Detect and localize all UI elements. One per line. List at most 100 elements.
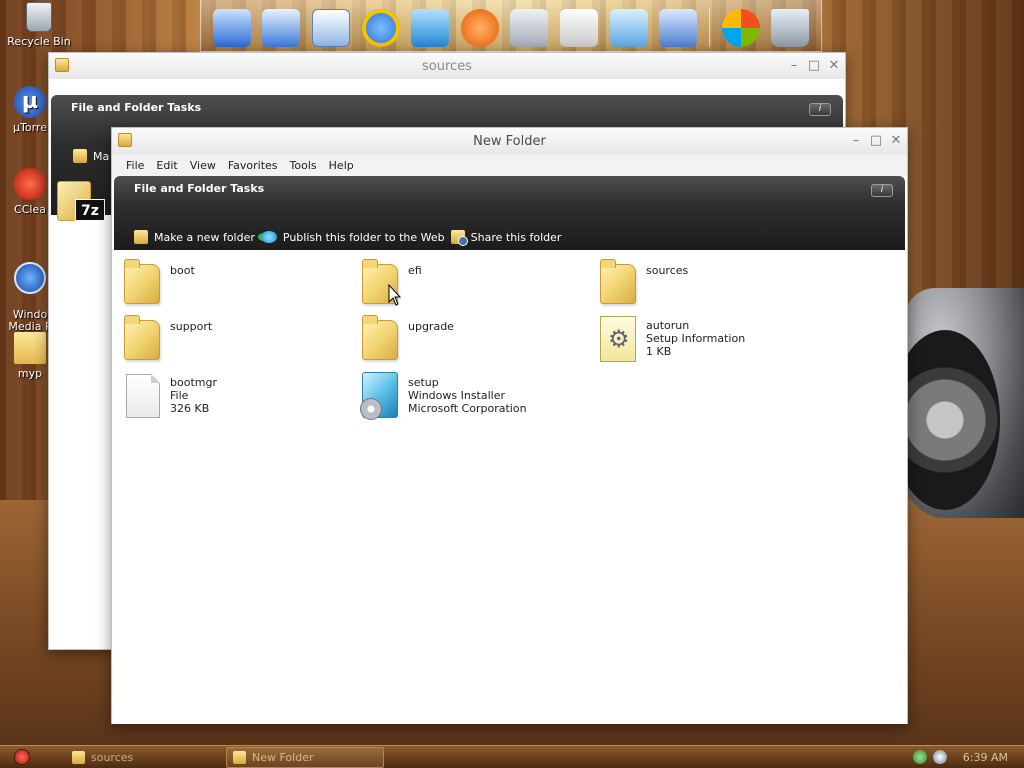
info-button[interactable]: i bbox=[809, 103, 831, 116]
windows-logo-icon[interactable] bbox=[721, 9, 760, 47]
file-icon bbox=[120, 370, 162, 418]
folder-upgrade[interactable]: upgrade bbox=[358, 314, 588, 364]
network-icon[interactable] bbox=[262, 9, 301, 47]
item-publisher: Microsoft Corporation bbox=[408, 402, 527, 415]
menu-edit[interactable]: Edit bbox=[150, 159, 183, 172]
recycle-bin-icon[interactable] bbox=[771, 9, 810, 47]
notepad-icon[interactable] bbox=[609, 9, 648, 47]
taskbar: sources New Folder 6:39 AM bbox=[0, 745, 1024, 768]
window-new-folder[interactable]: New Folder – □ ✕ File Edit View Favorite… bbox=[111, 127, 908, 724]
file-view[interactable]: boot efi sources support upgrade autorun… bbox=[112, 250, 907, 724]
folder-icon bbox=[14, 332, 46, 364]
item-type: File bbox=[170, 389, 189, 402]
media-player-icon[interactable] bbox=[460, 9, 499, 47]
menu-file[interactable]: File bbox=[120, 159, 150, 172]
publish-web-icon bbox=[260, 231, 277, 243]
close-button[interactable]: ✕ bbox=[889, 133, 903, 148]
clock[interactable]: 6:39 AM bbox=[963, 751, 1008, 764]
folder-icon bbox=[233, 750, 246, 764]
task-pane-title: File and Folder Tasks bbox=[71, 101, 202, 114]
task-action-label: Make a new folder bbox=[154, 230, 255, 244]
desktop-icon-label: µTorre bbox=[13, 121, 47, 134]
media-center-icon[interactable] bbox=[411, 9, 450, 47]
file-autorun[interactable]: autorun Setup Information 1 KB bbox=[596, 314, 826, 364]
menu-view[interactable]: View bbox=[184, 159, 222, 172]
taskbar-button-sources[interactable]: sources bbox=[66, 747, 214, 768]
item-size: 326 KB bbox=[170, 402, 210, 415]
folder-icon bbox=[596, 258, 638, 304]
folder-icon bbox=[120, 258, 162, 304]
computer-icon[interactable] bbox=[212, 9, 251, 47]
info-button[interactable]: i bbox=[871, 184, 893, 197]
desktop-icon-label: myp bbox=[17, 367, 43, 380]
folder-support[interactable]: support bbox=[120, 314, 350, 364]
folder-icon bbox=[120, 314, 162, 360]
item-name: boot bbox=[170, 264, 195, 277]
desktop-icon-recycle-bin[interactable]: Recycle Bin bbox=[4, 2, 74, 48]
new-folder-icon bbox=[73, 149, 87, 163]
task-action-make-folder[interactable]: Ma bbox=[73, 149, 109, 163]
share-folder-icon bbox=[450, 230, 468, 246]
utorrent-icon: µ bbox=[14, 86, 46, 118]
task-action-make-folder[interactable]: Make a new folder bbox=[134, 230, 255, 244]
new-folder-icon bbox=[134, 230, 148, 244]
folder-boot[interactable]: boot bbox=[120, 258, 350, 308]
menu-favorites[interactable]: Favorites bbox=[222, 159, 284, 172]
calculator-icon[interactable] bbox=[510, 9, 549, 47]
maximize-button[interactable]: □ bbox=[807, 58, 821, 73]
folder-icon bbox=[72, 750, 85, 764]
task-actions: Make a new folder Publish this folder to… bbox=[134, 230, 561, 246]
dock-separator bbox=[708, 7, 710, 47]
file-bootmgr[interactable]: bootmgr File 326 KB bbox=[120, 370, 350, 420]
titlebar[interactable]: sources – □ ✕ bbox=[49, 53, 845, 79]
start-button[interactable] bbox=[14, 749, 30, 765]
item-name: bootmgr bbox=[170, 376, 217, 389]
item-size: 1 KB bbox=[646, 345, 672, 358]
minimize-button[interactable]: – bbox=[849, 133, 863, 148]
document-icon[interactable] bbox=[312, 9, 351, 47]
7z-icon: 7z bbox=[75, 199, 105, 221]
window-controls: – □ ✕ bbox=[787, 58, 841, 73]
windows-media-player-icon bbox=[14, 262, 46, 294]
dock bbox=[200, 0, 822, 52]
task-action-share-folder[interactable]: Share this folder bbox=[450, 230, 561, 246]
task-pane-title: File and Folder Tasks bbox=[134, 182, 265, 195]
item-name: efi bbox=[408, 264, 422, 277]
control-panel-icon[interactable] bbox=[659, 9, 698, 47]
setup-information-icon bbox=[596, 314, 638, 362]
taskbar-button-label: New Folder bbox=[252, 750, 314, 764]
task-action-label: Ma bbox=[93, 149, 110, 163]
window-controls: – □ ✕ bbox=[849, 133, 903, 148]
item-name: setup bbox=[408, 376, 439, 389]
item-type: Windows Installer bbox=[408, 389, 506, 402]
folder-sources[interactable]: sources bbox=[596, 258, 826, 308]
maximize-button[interactable]: □ bbox=[869, 133, 883, 148]
minimize-button[interactable]: – bbox=[787, 58, 801, 73]
item-name: upgrade bbox=[408, 320, 454, 333]
taskbar-button-label: sources bbox=[91, 750, 134, 764]
task-action-label: Publish this folder to the Web bbox=[282, 230, 445, 244]
internet-explorer-icon[interactable] bbox=[361, 9, 400, 47]
folder-icon bbox=[358, 314, 400, 360]
taskbar-button-new-folder[interactable]: New Folder bbox=[226, 746, 384, 768]
network-tray-icon[interactable] bbox=[912, 750, 927, 764]
recycle-bin-icon bbox=[26, 2, 52, 32]
task-pane: File and Folder Tasks i Make a new folde… bbox=[114, 176, 905, 250]
ccleaner-icon bbox=[14, 168, 46, 200]
system-tray: 6:39 AM bbox=[912, 746, 1024, 768]
titlebar[interactable]: New Folder – □ ✕ bbox=[112, 128, 907, 154]
mouse-cursor-icon bbox=[388, 284, 402, 306]
desktop-icon-label: Recycle Bin bbox=[7, 35, 71, 48]
task-action-publish-web[interactable]: Publish this folder to the Web bbox=[260, 230, 445, 244]
paint-icon[interactable] bbox=[560, 9, 599, 47]
window-title: sources bbox=[422, 58, 472, 74]
menu-tools[interactable]: Tools bbox=[284, 159, 323, 172]
item-name: autorun bbox=[646, 319, 690, 332]
close-button[interactable]: ✕ bbox=[827, 58, 841, 73]
volume-tray-icon[interactable] bbox=[932, 750, 947, 764]
file-setup[interactable]: setup Windows Installer Microsoft Corpor… bbox=[358, 370, 588, 420]
folder-icon bbox=[55, 58, 69, 72]
window-title: New Folder bbox=[473, 133, 546, 149]
archive-file[interactable]: 7z bbox=[57, 181, 105, 225]
menu-help[interactable]: Help bbox=[323, 159, 360, 172]
